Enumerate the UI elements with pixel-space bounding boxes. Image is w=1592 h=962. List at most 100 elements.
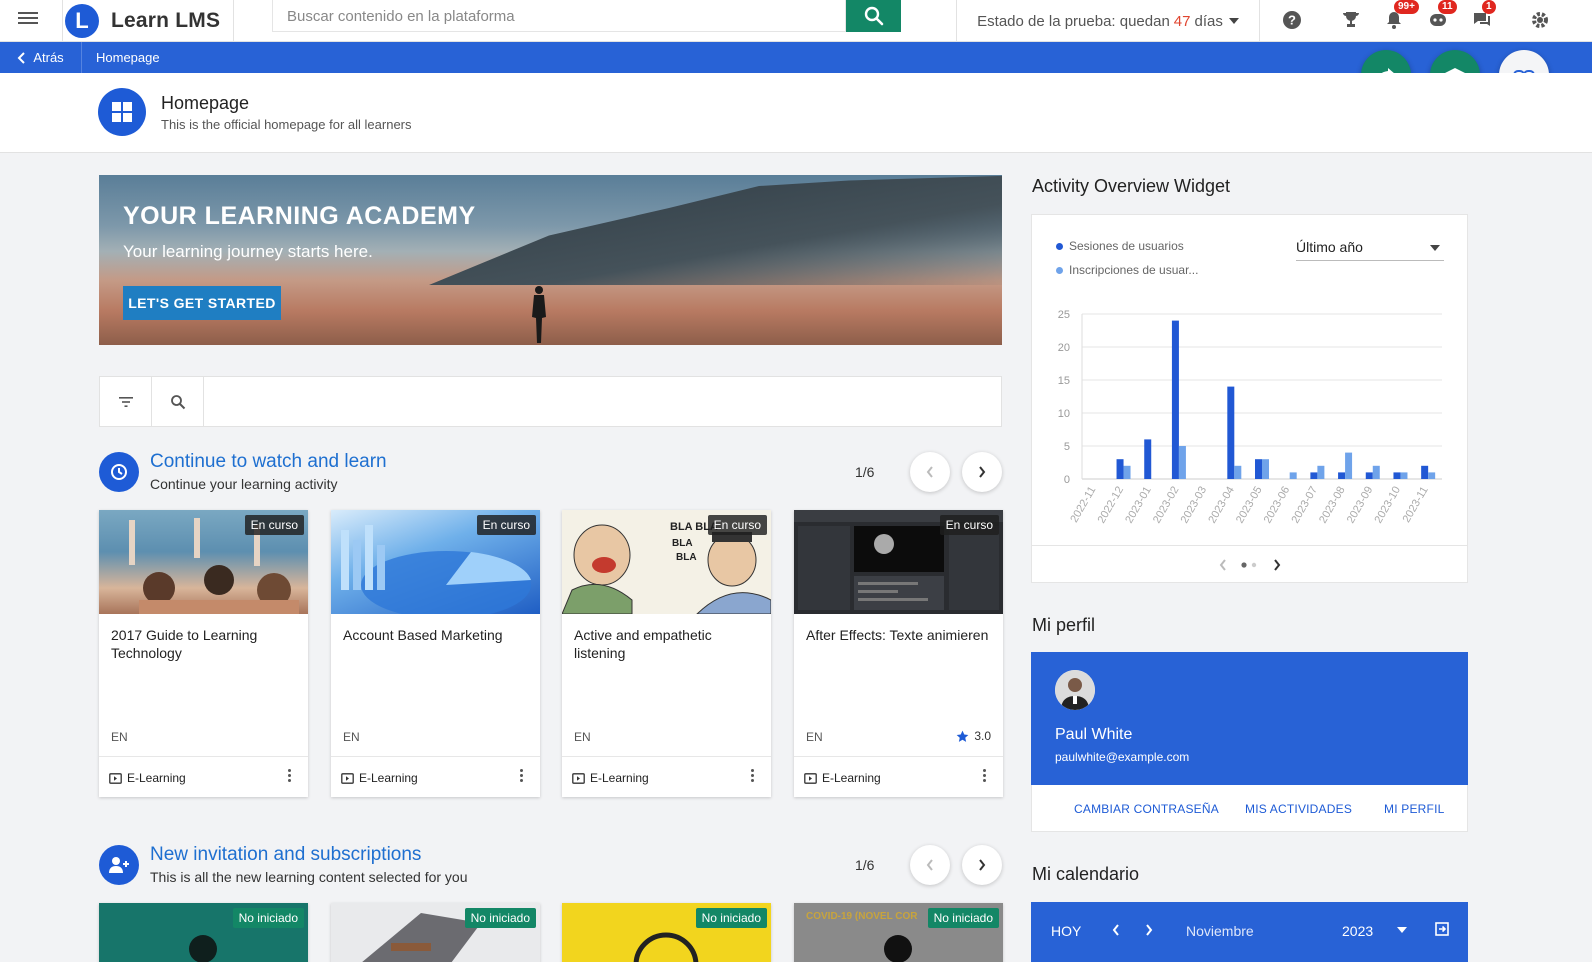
history-icon — [99, 452, 139, 492]
calendar-widget-title: Mi calendario — [1032, 864, 1140, 884]
my-profile-link[interactable]: MI PERFIL — [1384, 802, 1444, 816]
x-tick-label: 2023-03 — [1179, 485, 1210, 526]
menu-icon[interactable] — [18, 9, 38, 29]
course-type: E-Learning — [804, 771, 881, 785]
legend-item-enrollments[interactable]: Inscripciones de usuar... — [1056, 263, 1198, 277]
top-bar: L Learn LMS Buscar contenido en la plata… — [0, 0, 1592, 42]
global-search-input[interactable]: Buscar contenido en la plataforma — [272, 0, 846, 32]
video-icon — [572, 772, 585, 784]
course-card[interactable]: COVID-19 (NOVEL COR No iniciado — [794, 903, 1003, 962]
course-card[interactable]: En curso Account Based Marketing EN E-Le… — [331, 510, 540, 797]
x-tick-label: 2022-12 — [1096, 485, 1127, 526]
chart-bar — [1262, 459, 1269, 479]
legend-label: Sesiones de usuarios — [1069, 239, 1184, 253]
status-badge: No iniciado — [232, 908, 304, 928]
status-badge: En curso — [476, 515, 536, 535]
chevron-right-icon[interactable] — [1144, 923, 1154, 937]
chart-bar — [1116, 459, 1124, 479]
status-badge: No iniciado — [464, 908, 536, 928]
y-tick-label: 20 — [1058, 342, 1070, 354]
x-tick-label: 2023-10 — [1372, 485, 1403, 526]
more-options-icon[interactable] — [520, 769, 524, 784]
open-calendar-icon[interactable] — [1435, 922, 1449, 936]
logo-mark: L — [65, 4, 99, 38]
course-thumbnail-text: COVID-19 (NOVEL COR — [806, 911, 918, 922]
course-card[interactable]: No iniciado — [562, 903, 771, 962]
chart-bar — [1234, 465, 1242, 479]
profile-email: paulwhite@example.com — [1055, 750, 1190, 764]
my-activities-link[interactable]: MIS ACTIVIDADES — [1245, 802, 1352, 816]
period-select[interactable]: Último año — [1296, 239, 1444, 261]
x-tick-label: 2023-06 — [1262, 485, 1293, 526]
notifications-badge: 99+ — [1394, 0, 1419, 14]
x-tick-label: 2023-02 — [1151, 485, 1182, 526]
profile-widget-title: Mi perfil — [1032, 615, 1096, 635]
course-type: E-Learning — [341, 771, 418, 785]
course-language: EN — [343, 730, 360, 744]
y-tick-label: 10 — [1058, 408, 1070, 420]
status-badge: En curso — [939, 515, 999, 535]
course-type: E-Learning — [109, 771, 186, 785]
search-button[interactable] — [846, 0, 901, 32]
chart-bar — [1178, 446, 1186, 479]
x-tick-label: 2023-11 — [1401, 485, 1431, 525]
chart-bar — [1345, 452, 1353, 479]
app-logo[interactable]: L Learn LMS — [62, 0, 234, 42]
course-card[interactable]: En curso After Effects: Texte animieren … — [794, 510, 1003, 797]
legend-dot-sessions — [1056, 242, 1063, 250]
svg-text:BLA: BLA — [676, 552, 697, 563]
chevron-down-icon — [1228, 18, 1239, 24]
chevron-right-icon[interactable] — [1272, 558, 1282, 572]
invite-prev-button[interactable] — [910, 845, 950, 885]
course-card[interactable]: En curso 2017 Guide to Learning Technolo… — [99, 510, 308, 797]
x-tick-label: 2023-01 — [1123, 485, 1154, 526]
get-started-button[interactable]: LET'S GET STARTED — [123, 286, 281, 320]
video-icon — [109, 772, 122, 784]
course-title: Account Based Marketing — [343, 627, 503, 643]
hero-mountains — [429, 175, 1002, 285]
course-type-label: E-Learning — [822, 771, 881, 785]
course-title: After Effects: Texte animieren — [806, 627, 989, 643]
course-card[interactable]: No iniciado — [331, 903, 540, 962]
chart-bar — [1255, 459, 1262, 479]
continue-pager: 1/6 — [855, 464, 875, 480]
more-options-icon[interactable] — [983, 769, 987, 784]
calendar-month[interactable]: Noviembre — [1186, 923, 1254, 939]
course-card[interactable]: BLA BLA BLA BLA En curso Active and empath… — [562, 510, 771, 797]
notifications-icon[interactable]: 99+ — [1380, 0, 1419, 34]
more-options-icon[interactable] — [288, 769, 292, 784]
course-rating-value: 3.0 — [974, 729, 991, 743]
catalog-search-button[interactable] — [152, 377, 204, 426]
invite-next-button[interactable] — [962, 845, 1002, 885]
chevron-left-icon[interactable] — [1111, 923, 1121, 937]
continue-next-button[interactable] — [962, 452, 1002, 492]
assistant-icon[interactable]: 11 — [1424, 0, 1457, 34]
more-options-icon[interactable] — [751, 769, 755, 784]
chart-bar — [1372, 465, 1380, 479]
trial-status-dropdown[interactable]: Estado de la prueba: quedan 47 días — [956, 0, 1260, 42]
chevron-left-icon[interactable] — [1218, 558, 1228, 572]
invite-pager: 1/6 — [855, 857, 875, 873]
assistant-badge: 11 — [1438, 0, 1457, 14]
today-button[interactable]: HOY — [1051, 923, 1081, 939]
change-password-link[interactable]: CAMBIAR CONTRASEÑA — [1074, 802, 1219, 816]
chat-icon[interactable]: 1 — [1468, 0, 1496, 34]
help-icon[interactable]: ? — [1278, 6, 1306, 34]
legend-item-sessions[interactable]: Sesiones de usuarios — [1056, 239, 1184, 253]
course-card[interactable]: No iniciado — [99, 903, 308, 962]
avatar[interactable] — [1055, 670, 1095, 710]
filter-button[interactable] — [100, 377, 152, 426]
chevron-left-icon — [926, 859, 933, 871]
back-button[interactable]: Atrás — [0, 42, 82, 73]
chart-bar — [1227, 386, 1235, 479]
svg-text:?: ? — [1288, 13, 1296, 28]
trophy-icon[interactable] — [1337, 6, 1365, 34]
gear-icon[interactable] — [1526, 6, 1554, 34]
y-tick-label: 5 — [1064, 441, 1070, 453]
calendar-year[interactable]: 2023 — [1342, 923, 1373, 939]
continue-section-title[interactable]: Continue to watch and learn — [150, 451, 387, 473]
invite-section-title[interactable]: New invitation and subscriptions — [150, 844, 421, 866]
chevron-down-icon[interactable] — [1397, 927, 1407, 933]
continue-prev-button[interactable] — [910, 452, 950, 492]
chart-bar — [1144, 439, 1152, 479]
